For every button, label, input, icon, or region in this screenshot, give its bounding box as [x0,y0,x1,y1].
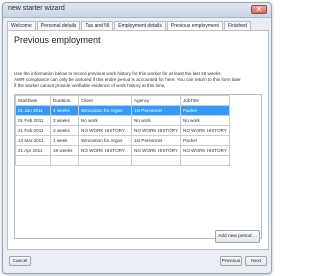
table-header-row: StartDate Duration Client Agency JobTitl… [15,95,230,106]
tab-previous-employment[interactable]: Previous employment [166,21,223,30]
cell-agency: NO WORK HISTORY [131,145,181,156]
cell-job-title: NO WORK HISTORY [180,125,230,136]
cell-duration: 3 weeks [50,115,79,126]
wizard-window: new starter wizard ✕ Welcome Personal de… [2,2,272,274]
cell-agency: No work [131,115,181,126]
table-row[interactable]: 01 Jan 2011 4 weeks Wincanton for Argos … [15,105,230,116]
table-row-empty[interactable] [15,155,230,166]
table-row[interactable]: 21 Feb 2011 3 weeks NO WORK HISTORY NO W… [15,125,230,136]
cell-start-date: 14 Mar 2011 [15,135,51,146]
previous-button[interactable]: Previous [220,256,242,266]
add-new-period-button[interactable]: Add new period ... [215,230,260,243]
work-history-table: StartDate Duration Client Agency JobTitl… [15,95,230,166]
cell-client: NO WORK HISTORY [78,125,132,136]
column-header-agency[interactable]: Agency [131,95,181,106]
cell-duration: 1 week [50,135,79,146]
description-line: if the worker cannot provide verifiable … [14,83,166,88]
column-header-duration[interactable]: Duration [50,95,79,106]
cell-duration: 3 weeks [50,125,79,136]
tab-welcome[interactable]: Welcome [7,21,36,30]
cell-agency: 1st Personnel [131,105,181,116]
close-icon: ✕ [255,5,263,14]
cell-start-date: 01 Feb 2011 [15,115,51,126]
column-header-client[interactable]: Client [78,95,132,106]
cell-client: No work [78,115,132,126]
cell-start-date: 01 Jan 2011 [15,105,51,116]
page-description: Use the information below to record prev… [14,71,259,89]
cell-agency: NO WORK HISTORY [131,125,181,136]
cell-job-title: Packer [180,105,230,116]
cell-duration: 19 weeks [50,145,79,156]
tab-content-panel: Previous employment Use the information … [7,30,269,250]
cell-client: Wincanton for Argos [78,105,132,116]
window-title: new starter wizard [8,5,65,12]
tab-personal-details[interactable]: Personal details [36,21,81,30]
cell-client: NO WORK HISTORY [78,145,132,156]
work-history-grid[interactable]: StartDate Duration Client Agency JobTitl… [14,94,262,239]
tab-employment-details[interactable]: Employment details [114,21,166,30]
cell-client: Wincanton for Argos [78,135,132,146]
cell-start-date: 21 Apr 2011 [15,145,51,156]
column-header-jobtitle[interactable]: JobTitle [180,95,230,106]
page-title: Previous employment [14,35,101,45]
cell-duration: 4 weeks [50,105,79,116]
table-row[interactable]: 01 Feb 2011 3 weeks No work No work No w… [15,115,230,126]
table-row[interactable]: 14 Mar 2011 1 week Wincanton for Argos 1… [15,135,230,146]
next-button[interactable]: Next [245,256,267,266]
title-bar: new starter wizard ✕ [3,3,271,18]
cell-job-title: Packer [180,135,230,146]
cancel-button[interactable]: Cancel [9,256,31,266]
cell-agency: 1st Personnel [131,135,181,146]
cell-job-title: NO WORK HISTORY [180,145,230,156]
tab-finished[interactable]: Finished [223,21,251,30]
close-button[interactable]: ✕ [251,5,267,14]
cell-job-title: No work [180,115,230,126]
table-row[interactable]: 21 Apr 2011 19 weeks NO WORK HISTORY NO … [15,145,230,156]
tab-tax-and-ni[interactable]: Tax and NI [81,21,114,30]
column-header-startdate[interactable]: StartDate [15,95,51,106]
cell-start-date: 21 Feb 2011 [15,125,51,136]
